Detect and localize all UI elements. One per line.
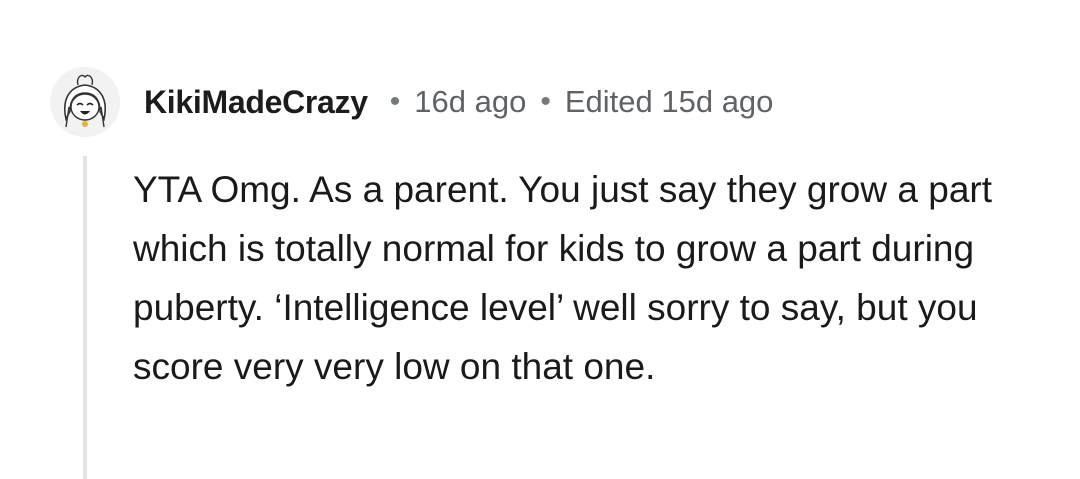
posted-time: 16d ago [414, 84, 527, 119]
comment-body: YTA Omg. As a parent. You just say they … [133, 169, 993, 387]
thread-line[interactable] [83, 156, 87, 479]
author-username[interactable]: KikiMadeCrazy [144, 84, 368, 121]
comment-header: KikiMadeCrazy • 16d ago • Edited 15d ago [50, 66, 773, 138]
meta-separator: • [389, 85, 401, 118]
avatar[interactable] [50, 67, 120, 137]
meta-separator: • [540, 85, 551, 118]
comment: KikiMadeCrazy • 16d ago • Edited 15d ago… [0, 0, 1080, 479]
anime-girl-avatar-icon [50, 67, 120, 137]
edited-time: Edited 15d ago [564, 84, 774, 119]
